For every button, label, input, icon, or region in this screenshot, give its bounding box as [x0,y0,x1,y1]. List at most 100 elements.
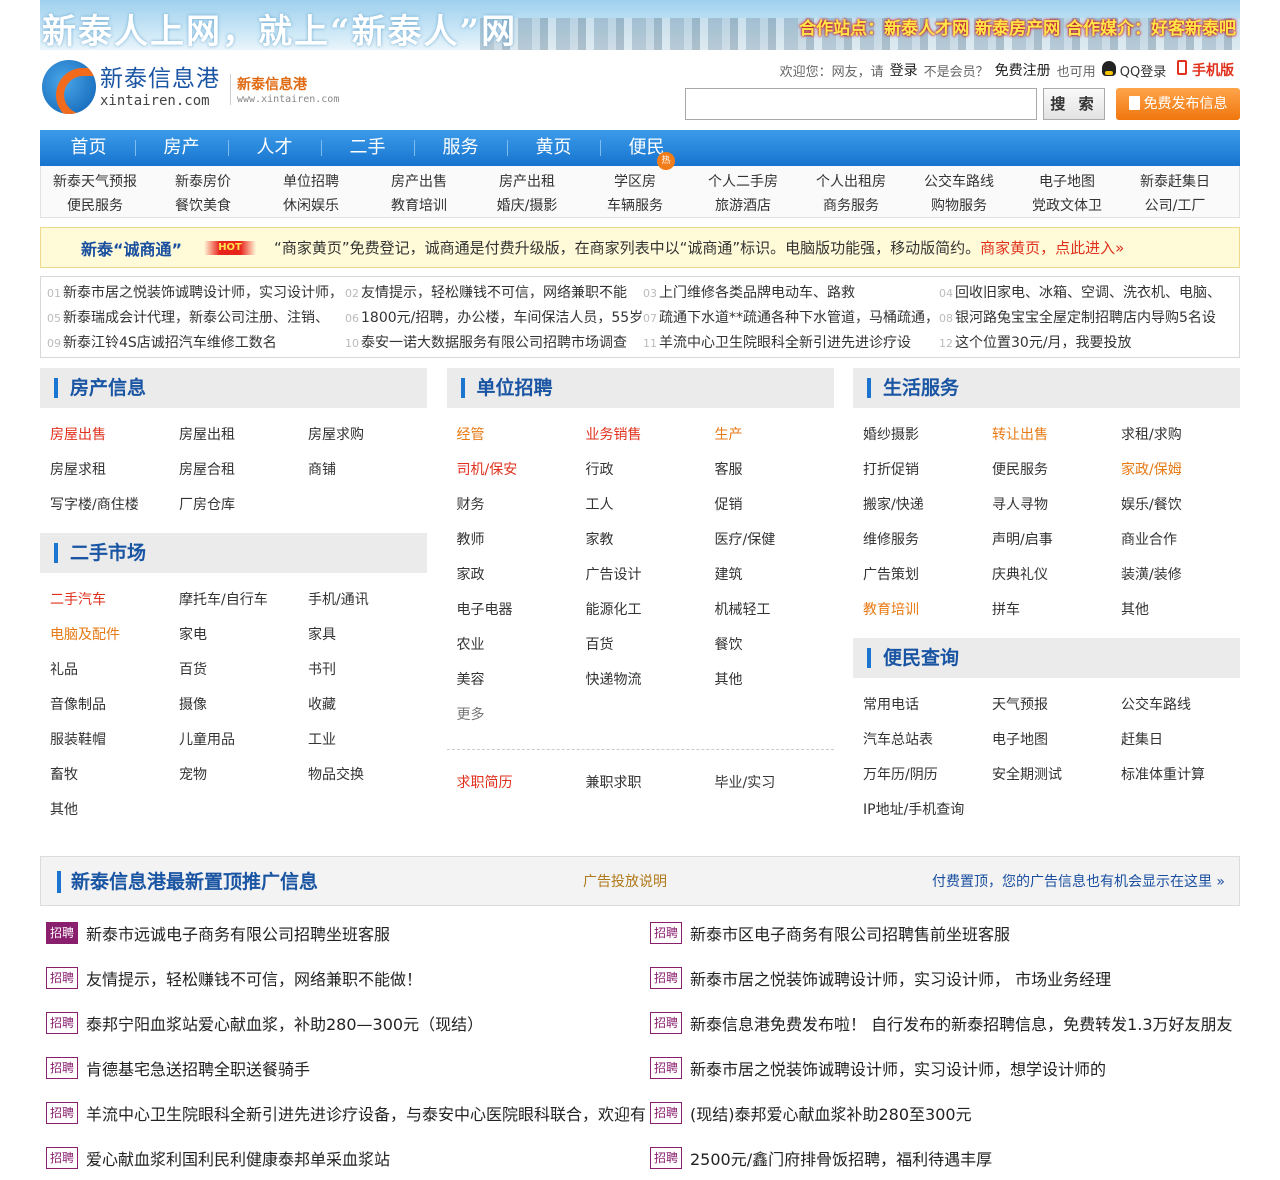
category-link[interactable]: 房屋出租 [179,418,308,453]
category-link[interactable]: 搬家/快递 [863,488,992,523]
category-link[interactable]: 教师 [457,523,586,558]
promo-item[interactable]: 招聘 泰邦宁阳血浆站爱心献血浆，补助280—300元（现结） [40,1000,645,1045]
nav-talent[interactable]: 人才 [228,130,321,166]
register-link[interactable]: 免费注册 [995,60,1051,80]
category-link[interactable]: 求职简历 [457,766,586,801]
category-link[interactable]: 装潢/装修 [1121,558,1250,593]
sub-nav-link[interactable]: 个人二手房 [689,170,797,194]
category-link[interactable]: 摄像 [179,688,308,723]
promo-item[interactable]: 招聘 新泰市居之悦装饰诚聘设计师，实习设计师，想学设计师的 [645,1045,1240,1090]
nav-second-hand[interactable]: 二手 [321,130,414,166]
category-link[interactable]: 其他 [715,663,844,698]
category-link[interactable]: 畜牧 [50,758,179,793]
sub-nav-link[interactable]: 旅游酒店 [689,194,797,218]
category-link[interactable]: 拼车 [992,593,1121,628]
category-link[interactable]: 儿童用品 [179,723,308,758]
section-title[interactable]: 单位招聘 [447,368,834,408]
category-link[interactable]: 赶集日 [1121,723,1250,758]
category-link[interactable]: 寻人寻物 [992,488,1121,523]
category-link[interactable]: 音像制品 [50,688,179,723]
sub-nav-link[interactable]: 党政文体卫 [1013,194,1121,218]
category-link[interactable]: 家教 [586,523,715,558]
promo-item[interactable]: 招聘 新泰市区电子商务有限公司招聘售前坐班客服 [645,910,1240,955]
category-link[interactable]: 其他 [50,793,179,828]
category-link[interactable]: 求租/求购 [1121,418,1250,453]
category-link[interactable]: 行政 [586,453,715,488]
promo-item[interactable]: 招聘 新泰市居之悦装饰诚聘设计师，实习设计师， 市场业务经理 [645,955,1240,1000]
category-link[interactable]: 电子地图 [992,723,1121,758]
ticker-item[interactable]: 08 银河路兔宝宝全屋定制招聘店内导购5名设 [939,306,1235,331]
promo-item[interactable]: 招聘 友情提示，轻松赚钱不可信，网络兼职不能做！ [40,955,645,1000]
category-link[interactable]: IP地址/手机查询 [863,793,992,828]
category-link[interactable]: 标准体重计算 [1121,758,1250,793]
ticker-item[interactable]: 01 新泰市居之悦装饰诚聘设计师，实习设计师， [47,281,345,306]
category-link[interactable]: 二手汽车 [50,583,179,618]
ticker-item[interactable]: 05 新泰瑞成会计代理，新泰公司注册、注销、 [47,306,345,331]
sub-nav-link[interactable]: 便民服务 [41,194,149,218]
category-link[interactable]: 美容 [457,663,586,698]
category-link[interactable]: 庆典礼仪 [992,558,1121,593]
nav-house[interactable]: 房产 [135,130,228,166]
category-link[interactable]: 声明/启事 [992,523,1121,558]
category-link[interactable]: 常用电话 [863,688,992,723]
category-link[interactable]: 业务销售 [586,418,715,453]
sub-nav-link[interactable]: 个人出租房 [797,170,905,194]
category-link[interactable]: 百货 [586,628,715,663]
sub-nav-link[interactable]: 新泰天气预报 [41,170,149,194]
sub-nav-link[interactable]: 新泰房价 [149,170,257,194]
category-link[interactable]: 司机/保安 [457,453,586,488]
ticker-item[interactable]: 06 1800元/招聘，办公楼，车间保洁人员，55岁以 [345,306,643,331]
category-link[interactable]: 房屋求购 [308,418,437,453]
category-link[interactable]: 建筑 [715,558,844,593]
ticker-item[interactable]: 12 这个位置30元/月，我要投放 [939,331,1235,356]
nav-home[interactable]: 首页 [42,130,135,166]
category-link[interactable]: 快递物流 [586,663,715,698]
banner-partner-sites[interactable]: 合作站点：新泰人才网 新泰房产网 合作媒介：好客新泰吧 [799,14,1236,39]
category-link[interactable]: 工人 [586,488,715,523]
category-link[interactable]: 公交车路线 [1121,688,1250,723]
promo-item[interactable]: 招聘 羊流中心卫生院眼科全新引进先进诊疗设备，与泰安中心医院眼科联合，欢迎有 [40,1090,645,1135]
ticker-item[interactable]: 10 泰安一诺大数据服务有限公司招聘市场调查 [345,331,643,356]
category-link[interactable]: 家政 [457,558,586,593]
category-link[interactable]: 百货 [179,653,308,688]
category-link[interactable]: 能源化工 [586,593,715,628]
category-link[interactable]: 家具 [308,618,437,653]
category-link[interactable]: 写字楼/商住楼 [50,488,179,523]
category-link[interactable]: 摩托车/自行车 [179,583,308,618]
ticker-item[interactable]: 04 回收旧家电、冰箱、空调、洗衣机、电脑、 [939,281,1235,306]
category-link[interactable]: 房屋出售 [50,418,179,453]
category-link[interactable]: 医疗/保健 [715,523,844,558]
category-link[interactable]: 商业合作 [1121,523,1250,558]
sub-nav-link[interactable]: 餐饮美食 [149,194,257,218]
yellow-pages-link[interactable]: 商家黄页，点此进入» [980,237,1124,258]
category-link[interactable]: 电子电器 [457,593,586,628]
paid-top-link[interactable]: 付费置顶，您的广告信息也有机会显示在这里 » [932,857,1225,907]
sub-nav-link[interactable]: 新泰赶集日 [1121,170,1229,194]
section-title[interactable]: 便民查询 [853,638,1240,678]
category-link[interactable]: 生产 [715,418,844,453]
promo-item[interactable]: 招聘 新泰信息港免费发布啦！ 自行发布的新泰招聘信息，免费转发1.3万好友朋友 [645,1000,1240,1045]
category-link[interactable]: 其他 [1121,593,1250,628]
search-button[interactable]: 搜 索 [1043,88,1105,120]
category-link[interactable]: 厂房仓库 [179,488,308,523]
category-link[interactable]: 汽车总站表 [863,723,992,758]
section-title[interactable]: 二手市场 [40,533,427,573]
nav-convenience[interactable]: 便民 热 [600,130,693,170]
sub-nav-link[interactable]: 单位招聘 [257,170,365,194]
category-link[interactable]: 餐饮 [715,628,844,663]
category-link[interactable]: 房屋合租 [179,453,308,488]
category-link[interactable]: 教育培训 [863,593,992,628]
category-link[interactable]: 财务 [457,488,586,523]
category-link[interactable]: 电脑及配件 [50,618,179,653]
free-post-button[interactable]: 免费发布信息 [1116,88,1240,120]
category-link[interactable]: 工业 [308,723,437,758]
category-link[interactable]: 经管 [457,418,586,453]
category-link[interactable]: 广告设计 [586,558,715,593]
qq-login-link[interactable]: QQ登录 [1101,60,1166,80]
category-link[interactable]: 客服 [715,453,844,488]
section-title[interactable]: 生活服务 [853,368,1240,408]
category-link[interactable]: 娱乐/餐饮 [1121,488,1250,523]
search-input[interactable] [685,88,1037,120]
sub-nav-link[interactable]: 学区房 [581,170,689,194]
sub-nav-link[interactable]: 婚庆/摄影 [473,194,581,218]
